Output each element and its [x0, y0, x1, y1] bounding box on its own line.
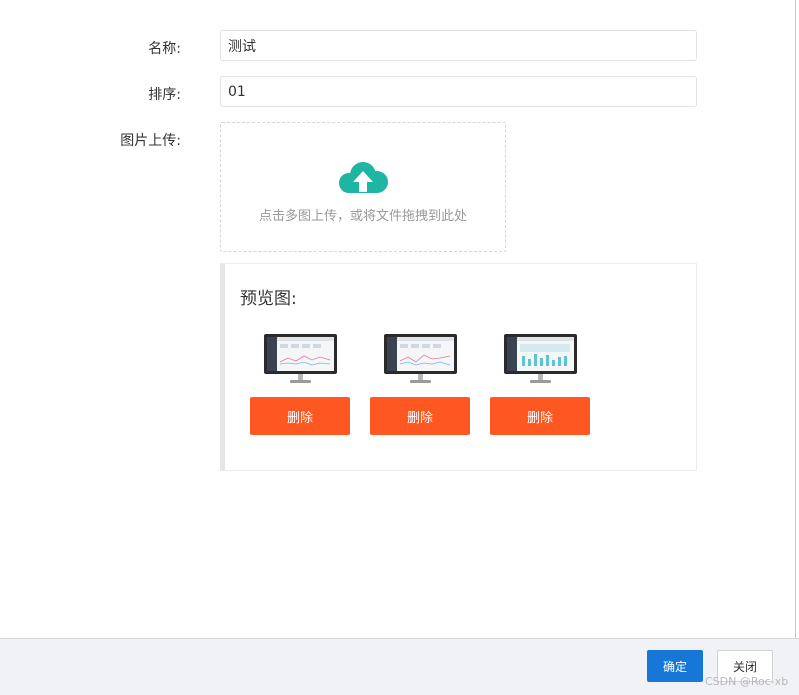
watermark: CSDN @Roc-xb — [705, 675, 789, 688]
upload-dropzone[interactable]: 点击多图上传，或将文件拖拽到此处 — [220, 122, 506, 252]
name-input[interactable] — [220, 30, 697, 61]
name-label: 名称: — [148, 41, 181, 57]
upload-hint: 点击多图上传，或将文件拖拽到此处 — [258, 209, 467, 224]
preview-thumbnail[interactable] — [264, 334, 337, 386]
sort-label: 排序: — [148, 87, 181, 103]
delete-button[interactable]: 删除 — [250, 397, 350, 435]
delete-button[interactable]: 删除 — [490, 397, 590, 435]
upload-label: 图片上传: — [120, 133, 181, 149]
preview-thumbnail[interactable] — [504, 334, 577, 386]
preview-title: 预览图: — [240, 289, 297, 309]
cloud-upload-icon — [339, 162, 388, 193]
preview-thumbnail[interactable] — [384, 334, 457, 386]
sort-input[interactable] — [220, 76, 697, 107]
window-edge — [795, 0, 796, 638]
dialog-footer: 确定 关闭 CSDN @Roc-xb — [0, 638, 799, 695]
confirm-button[interactable]: 确定 — [647, 650, 703, 682]
preview-panel: 预览图: 删除 删除 删除 — [220, 263, 697, 471]
delete-button[interactable]: 删除 — [370, 397, 470, 435]
